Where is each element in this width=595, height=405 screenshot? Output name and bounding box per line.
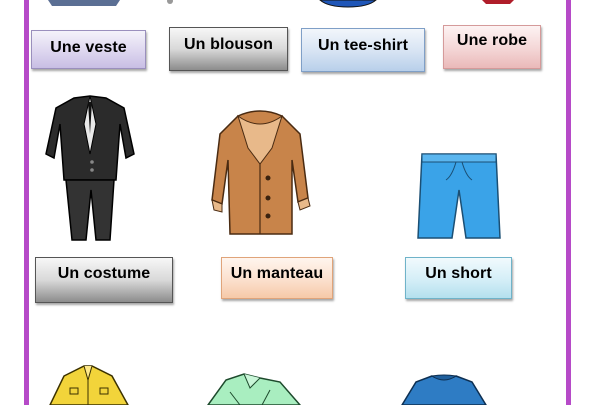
bottom-middle-clothing-image — [207, 373, 301, 405]
label-tee-shirt: Un tee-shirt — [301, 28, 425, 72]
label-blouson: Un blouson — [169, 27, 288, 71]
robe-image — [482, 0, 514, 4]
veste-image — [48, 0, 120, 6]
bottom-right-clothing-image — [401, 374, 487, 405]
bottom-left-clothing-image — [49, 365, 129, 405]
costume-image — [45, 95, 135, 241]
blouson-image — [167, 0, 173, 4]
worksheet: Une veste Un blouson Un tee-shirt Une ro… — [0, 0, 595, 405]
label-manteau: Un manteau — [221, 257, 333, 299]
label-costume: Un costume — [35, 257, 173, 303]
label-robe: Une robe — [443, 25, 541, 69]
left-border — [24, 0, 29, 405]
manteau-image — [211, 110, 311, 235]
label-short: Un short — [405, 257, 512, 299]
label-veste: Une veste — [31, 30, 146, 69]
short-image — [417, 153, 501, 239]
right-border — [566, 0, 571, 405]
tee-shirt-image — [319, 0, 377, 8]
